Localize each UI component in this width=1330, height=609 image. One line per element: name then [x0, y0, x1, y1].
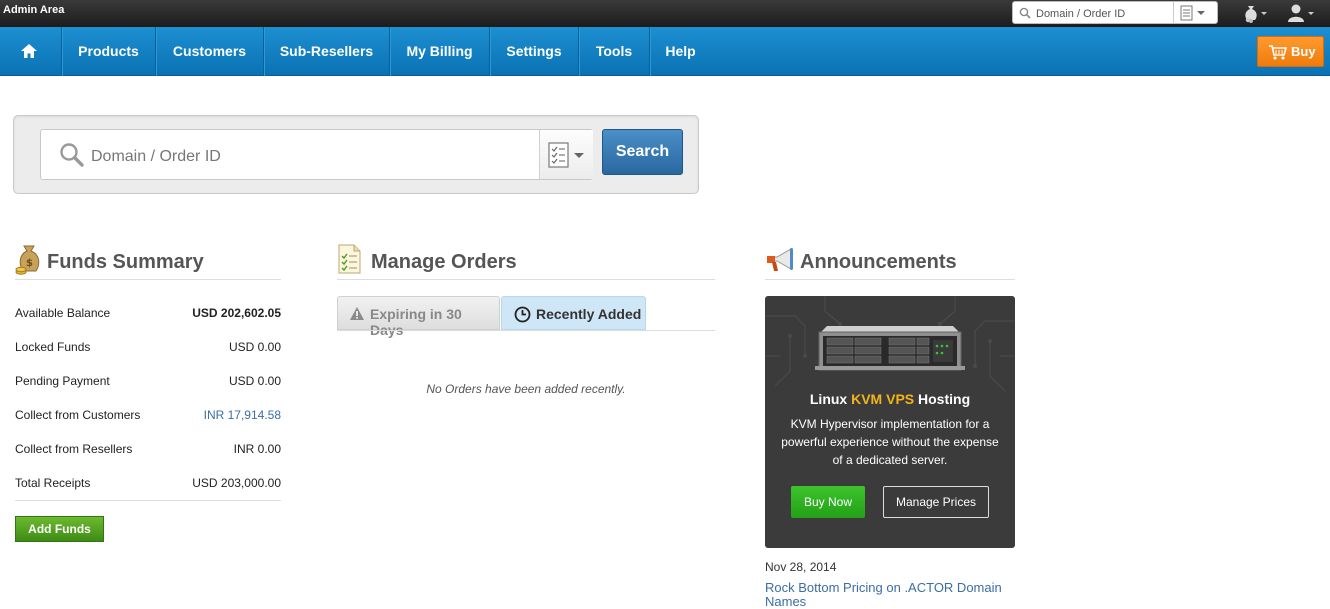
manage-prices-button[interactable]: Manage Prices: [883, 486, 989, 518]
order-search-input[interactable]: Domain / Order ID: [40, 129, 593, 180]
manage-orders-title: Manage Orders: [371, 251, 517, 273]
funds-summary-header: $ Funds Summary: [15, 244, 281, 280]
announcement-date: Nov 28, 2014: [765, 560, 837, 574]
top-search-input[interactable]: Domain / Order ID: [1012, 1, 1218, 24]
money-bag-icon: $: [15, 245, 40, 275]
magnifier-icon: [1019, 7, 1031, 19]
top-search-placeholder: Domain / Order ID: [1036, 8, 1126, 20]
cart-icon: [1269, 45, 1288, 60]
collect-customers-link[interactable]: INR 17,914.58: [204, 408, 281, 422]
search-panel: Domain / Order ID Search: [13, 115, 699, 194]
home-icon: [21, 44, 37, 58]
document-list-icon: [1180, 5, 1205, 21]
promo-description: KVM Hypervisor implementation for a powe…: [781, 417, 999, 467]
svg-text:$: $: [26, 258, 33, 269]
clock-icon: [514, 306, 531, 323]
fund-row-locked-funds: Locked Funds USD 0.00: [15, 340, 281, 354]
nav-sub-resellers[interactable]: Sub-Resellers: [264, 27, 390, 76]
search-icon: [60, 143, 84, 167]
warning-icon: [350, 307, 364, 320]
nav-customers[interactable]: Customers: [156, 27, 264, 76]
buy-now-button[interactable]: Buy Now: [791, 486, 865, 518]
nav-products[interactable]: Products: [62, 27, 156, 76]
nav-home[interactable]: [0, 27, 62, 76]
top-search-type-dropdown[interactable]: [1179, 5, 1213, 21]
fund-row-total-receipts: Total Receipts USD 203,000.00: [15, 476, 281, 490]
admin-area-title: Admin Area: [3, 4, 65, 16]
search-button[interactable]: Search: [602, 129, 683, 175]
tab-expiring-30-days[interactable]: Expiring in 30 Days: [337, 296, 500, 338]
admin-topbar: Admin Area Domain / Order ID: [0, 0, 1330, 27]
fund-row-collect-customers: Collect from Customers INR 17,914.58: [15, 408, 281, 422]
nav-help[interactable]: Help: [650, 27, 711, 76]
money-bag-menu[interactable]: [1240, 3, 1272, 23]
main-nav: Products Customers Sub-Resellers My Bill…: [0, 27, 1330, 76]
kvm-vps-promo-card: Linux KVM VPS Hosting KVM Hypervisor imp…: [765, 296, 1015, 548]
funds-summary-title: Funds Summary: [47, 251, 204, 273]
server-rack-icon: [815, 326, 965, 371]
add-funds-button[interactable]: Add Funds: [15, 516, 104, 542]
buy-label: Buy: [1291, 44, 1316, 59]
no-orders-message: No Orders have been added recently.: [426, 382, 626, 396]
checklist-document-icon: [338, 244, 361, 274]
user-menu[interactable]: [1286, 3, 1320, 23]
nav-my-billing[interactable]: My Billing: [390, 27, 490, 76]
document-list-icon: [548, 142, 584, 168]
funds-divider: [15, 500, 281, 501]
tab-recently-added-label: Recently Added: [536, 306, 642, 322]
order-search-placeholder: Domain / Order ID: [91, 148, 221, 165]
promo-title: Linux KVM VPS Hosting: [809, 391, 971, 407]
buy-button[interactable]: Buy: [1257, 36, 1324, 67]
announcement-link[interactable]: Rock Bottom Pricing on .ACTOR Domain Nam…: [765, 581, 1015, 609]
money-bag-icon: [1245, 6, 1267, 23]
fund-row-available-balance: Available Balance USD 202,602.05: [15, 306, 281, 320]
fund-row-collect-resellers: Collect from Resellers INR 0.00: [15, 442, 281, 456]
search-type-dropdown[interactable]: [539, 130, 593, 179]
announcements-title: Announcements: [800, 251, 957, 273]
tab-expiring-label: Expiring in 30 Days: [370, 306, 462, 338]
fund-row-pending-payment: Pending Payment USD 0.00: [15, 374, 281, 388]
megaphone-icon: [767, 248, 793, 271]
manage-orders-header: Manage Orders: [337, 244, 715, 280]
user-icon: [1288, 4, 1314, 22]
announcements-header: Announcements: [765, 244, 1015, 280]
tab-recently-added[interactable]: Recently Added: [501, 296, 646, 330]
nav-tools[interactable]: Tools: [579, 27, 650, 76]
nav-settings[interactable]: Settings: [490, 27, 579, 76]
